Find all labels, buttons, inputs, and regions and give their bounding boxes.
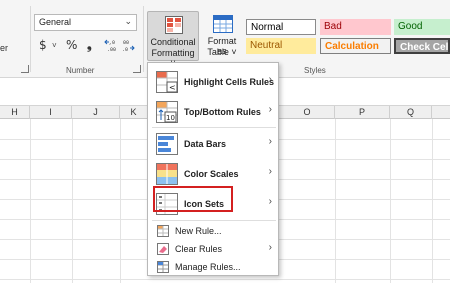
- new-rule-icon: [157, 225, 169, 239]
- submenu-arrow-icon: ›: [268, 242, 272, 253]
- menu-item-color-scales[interactable]: Color Scales ›: [148, 159, 278, 189]
- format-as-table-label-line2: Table ˅: [207, 47, 237, 57]
- menu-item-manage-rules[interactable]: Manage Rules...: [148, 258, 278, 276]
- style-normal[interactable]: Normal: [246, 19, 316, 35]
- menu-separator: [152, 127, 276, 128]
- menu-item-new-rule[interactable]: New Rule...: [148, 222, 278, 240]
- accounting-dropdown-chevron-icon[interactable]: ˅: [52, 41, 57, 50]
- manage-rules-icon: [157, 261, 169, 275]
- column-header-q[interactable]: Q: [390, 106, 432, 119]
- menu-item-label: New Rule...: [175, 226, 222, 236]
- column-header-o[interactable]: O: [280, 106, 335, 119]
- svg-text:.0: .0: [122, 47, 128, 52]
- data-bars-icon: [156, 133, 178, 157]
- conditional-formatting-label-line1: Conditional: [150, 37, 196, 47]
- increase-decimal-icon[interactable]: ,0 .00: [104, 38, 118, 53]
- svg-text:,0: ,0: [109, 40, 115, 46]
- group-separator: [143, 6, 144, 72]
- conditional-formatting-button[interactable]: Conditional Formatting ˅: [147, 11, 199, 68]
- menu-item-clear-rules[interactable]: Clear Rules ›: [148, 240, 278, 258]
- number-group-label: Number: [66, 66, 95, 75]
- menu-item-label: Clear Rules: [175, 244, 223, 254]
- conditional-formatting-menu: < Highlight Cells Rules › 10 Top/Bottom …: [147, 62, 279, 276]
- alignment-dialog-launcher[interactable]: [21, 65, 29, 73]
- submenu-arrow-icon: ›: [268, 196, 272, 207]
- column-header-j[interactable]: J: [72, 106, 120, 119]
- svg-text:00: 00: [123, 40, 129, 46]
- partial-ribbon-label: er: [0, 43, 9, 53]
- submenu-arrow-icon: ›: [268, 104, 272, 115]
- svg-text:10: 10: [166, 114, 175, 122]
- submenu-arrow-icon: ›: [268, 136, 272, 147]
- submenu-arrow-icon: ›: [268, 166, 272, 177]
- styles-group-label: Styles: [304, 66, 326, 75]
- gridline: [0, 279, 450, 280]
- format-as-table-icon: [213, 15, 233, 35]
- highlight-cells-rules-icon: <: [156, 71, 178, 95]
- top-bottom-rules-icon: 10: [156, 101, 178, 125]
- column-header-i[interactable]: I: [30, 106, 72, 119]
- icon-sets-highlight-box: [153, 186, 233, 212]
- accounting-format-button[interactable]: $: [39, 38, 47, 52]
- percent-style-button[interactable]: %: [66, 38, 77, 52]
- menu-separator: [152, 220, 276, 221]
- svg-text:<: <: [169, 83, 176, 92]
- style-neutral[interactable]: Neutral: [246, 38, 316, 54]
- column-header-p[interactable]: P: [335, 106, 390, 119]
- number-format-value: General: [39, 17, 72, 27]
- comma-style-button[interactable]: ❟: [87, 38, 92, 53]
- group-separator: [30, 6, 31, 72]
- menu-item-top-bottom-rules[interactable]: 10 Top/Bottom Rules ›: [148, 97, 278, 127]
- column-header-k[interactable]: K: [120, 106, 148, 119]
- menu-item-label: Data Bars: [184, 139, 227, 149]
- format-as-table-button[interactable]: Format as Table ˅: [202, 11, 242, 61]
- style-check-cell[interactable]: Check Cell: [394, 38, 450, 54]
- number-dialog-launcher[interactable]: [133, 65, 141, 73]
- menu-item-label: Color Scales: [184, 169, 239, 179]
- menu-item-highlight-cells-rules[interactable]: < Highlight Cells Rules ›: [148, 67, 278, 97]
- conditional-formatting-icon: [165, 16, 183, 36]
- clear-rules-icon: [157, 243, 169, 257]
- chevron-down-icon: ⌄: [124, 16, 132, 26]
- number-format-select[interactable]: General ⌄: [34, 14, 137, 31]
- color-scales-icon: [156, 163, 178, 187]
- style-bad[interactable]: Bad: [320, 19, 391, 35]
- menu-item-label: Highlight Cells Rules: [184, 77, 275, 87]
- column-header-h[interactable]: H: [0, 106, 30, 119]
- menu-item-data-bars[interactable]: Data Bars ›: [148, 129, 278, 159]
- submenu-arrow-icon: ›: [268, 74, 272, 85]
- svg-text:.00: .00: [107, 47, 116, 52]
- style-calculation[interactable]: Calculation: [320, 38, 391, 54]
- menu-item-label: Top/Bottom Rules: [184, 107, 261, 117]
- decrease-decimal-icon[interactable]: 00 .0: [121, 38, 135, 53]
- style-good[interactable]: Good: [394, 19, 450, 35]
- menu-item-label: Manage Rules...: [175, 262, 241, 272]
